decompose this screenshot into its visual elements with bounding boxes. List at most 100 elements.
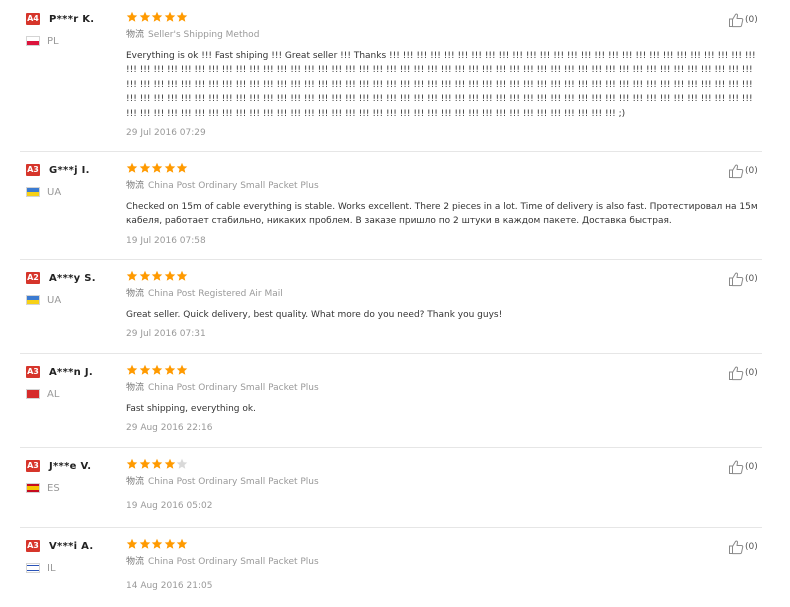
thumbs-up-icon [729,13,744,28]
reviewer-info: A2 A***y S. UA [26,271,121,306]
helpful-button[interactable]: (0) [728,539,758,555]
star-icon [176,11,188,22]
logistics-info: 物流 China Post Ordinary Small Packet Plus [126,180,762,192]
helpful-button[interactable]: (0) [728,12,758,28]
star-icon [176,162,188,173]
review-date: 29 Aug 2016 22:16 [126,423,213,434]
country-code: AL [47,388,60,400]
star-icon [139,270,150,281]
star-icon [176,458,188,469]
review-date: 19 Aug 2016 05:02 [126,501,213,511]
logistics-info: 物流 China Post Ordinary Small Packet Plus [126,476,762,488]
star-icon [176,364,188,375]
logistics-method: China Post Ordinary Small Packet Plus [148,181,319,191]
logistics-method: Seller's Shipping Method [148,30,260,40]
star-rating [126,162,762,176]
reviewer-info: A4 P***r K. PL [26,12,121,47]
buyer-level-badge: A3 [26,540,40,552]
country-code: IL [47,562,56,574]
review-text: Great seller. Quick delivery, best quali… [126,310,503,320]
helpful-button[interactable]: (0) [728,271,758,287]
star-icon [126,162,138,173]
thumbs-up-icon [729,366,744,381]
logistics-method: China Post Ordinary Small Packet Plus [148,477,319,487]
helpful-button[interactable]: (0) [728,459,758,475]
star-icon [139,11,150,22]
reviewer-info: A3 A***n J. AL [26,365,121,400]
review-text: Checked on 15m of cable everything is st… [126,202,758,227]
star-icon [139,364,150,375]
thumbs-up-icon [729,272,744,287]
review-date: 29 Jul 2016 07:31 [126,329,206,340]
star-icon [126,11,138,22]
review-body: 物流 Seller's Shipping Method Everything is… [126,11,762,139]
logistics-label: 物流 [126,181,145,191]
reviewer-info: A3 V***i A. IL [26,539,121,574]
star-icon [151,458,163,469]
star-rating [126,538,762,552]
star-rating [126,458,762,472]
buyer-level-badge: A3 [26,366,40,378]
reviewer-name: A***y S. [49,272,96,284]
country-code: UA [47,294,62,306]
thumbs-up-icon [729,164,744,179]
logistics-info: 物流 China Post Ordinary Small Packet Plus [126,556,762,568]
review-body: 物流 China Post Ordinary Small Packet Plus … [126,458,762,512]
helpful-button[interactable]: (0) [728,365,758,381]
review-item: A3 A***n J. AL 物流 China Post Ordinary Sma… [0,353,762,446]
logistics-label: 物流 [126,383,145,393]
review-item: A3 V***i A. IL 物流 China Post Ordinary Sma… [0,527,762,607]
review-text: Fast shipping, everything ok. [126,404,256,414]
star-icon [126,538,138,549]
helpful-count: (0) [745,15,758,25]
helpful-count: (0) [745,368,758,378]
country-flag-icon [26,389,40,399]
logistics-label: 物流 [126,289,145,299]
country-code: UA [47,186,62,198]
buyer-level-badge: A2 [26,272,40,284]
country-code: ES [47,482,60,494]
helpful-count: (0) [745,166,758,176]
country-flag-icon [26,187,40,197]
reviewer-name: P***r K. [49,13,95,25]
review-body: 物流 China Post Ordinary Small Packet Plus … [126,162,762,247]
review-text: Everything is ok !!! Fast shiping !!! Gr… [126,51,756,119]
country-code: PL [47,35,59,47]
buyer-level-badge: A3 [26,164,40,176]
logistics-info: 物流 China Post Registered Air Mail [126,288,762,300]
helpful-count: (0) [745,274,758,284]
star-icon [139,162,150,173]
country-flag-icon [26,483,40,493]
star-icon [151,364,163,375]
country-flag-icon [26,295,40,305]
logistics-method: China Post Ordinary Small Packet Plus [148,557,319,567]
logistics-label: 物流 [126,557,145,567]
buyer-level-badge: A3 [26,460,40,472]
star-icon [139,538,150,549]
reviewer-name: G***j I. [49,164,90,176]
reviewer-info: A3 J***e V. ES [26,459,121,494]
review-item: A3 J***e V. ES 物流 China Post Ordinary Sma… [0,447,762,527]
logistics-method: China Post Registered Air Mail [148,289,283,299]
review-body: 物流 China Post Ordinary Small Packet Plus … [126,364,762,434]
star-icon [164,270,175,281]
reviewer-name: V***i A. [49,540,94,552]
reviewer-info: A3 G***j I. UA [26,163,121,198]
review-date: 29 Jul 2016 07:29 [126,128,206,139]
logistics-info: 物流 Seller's Shipping Method [126,29,762,41]
star-icon [126,458,138,469]
star-icon [164,162,175,173]
review-body: 物流 China Post Ordinary Small Packet Plus … [126,538,762,592]
star-icon [176,270,188,281]
star-icon [126,364,138,375]
star-icon [164,364,175,375]
review-item: A3 G***j I. UA 物流 China Post Ordinary Sma… [0,151,762,259]
star-icon [126,270,138,281]
star-icon [151,162,163,173]
helpful-count: (0) [745,462,758,472]
logistics-label: 物流 [126,30,145,40]
helpful-button[interactable]: (0) [728,163,758,179]
star-icon [164,11,175,22]
review-date: 19 Jul 2016 07:58 [126,235,206,246]
review-item: A4 P***r K. PL 物流 Seller's Shipping Metho… [0,0,762,150]
